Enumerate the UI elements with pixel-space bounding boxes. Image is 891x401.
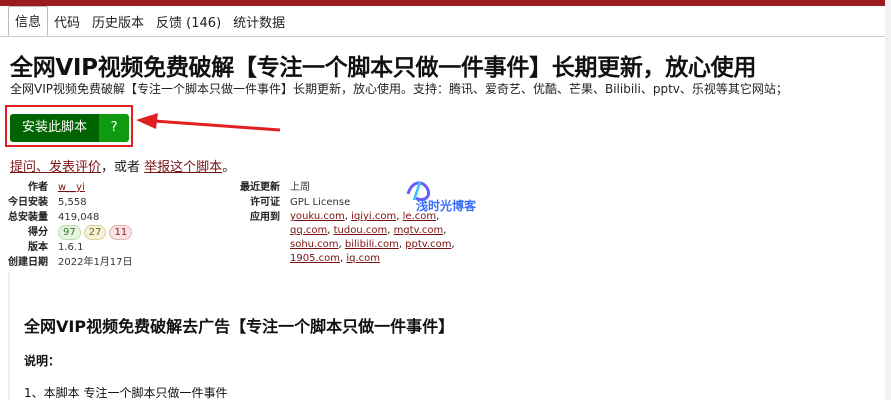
total-installs-value: 419,048 <box>58 212 100 223</box>
site-link[interactable]: iqiyi.com <box>351 211 396 222</box>
description-heading: 全网VIP视频免费破解去广告【专注一个脚本只做一件事件】 <box>24 317 455 336</box>
created-date-value: 2022年1月17日 <box>58 257 133 268</box>
page-scrollbar[interactable] <box>885 0 891 400</box>
site-link[interactable]: bilibili.com <box>345 239 399 250</box>
red-arrow-icon <box>136 113 281 132</box>
meta-author-row: 作者 w__yi <box>0 180 135 195</box>
blog-watermark-logo: 浅时光博客 <box>406 181 477 213</box>
meta-label: 最近更新 <box>240 182 280 193</box>
tab-divider <box>0 36 891 37</box>
content-accent-bar <box>8 272 10 400</box>
today-installs-value: 5,558 <box>58 197 87 208</box>
top-brand-bar <box>0 0 891 6</box>
feedback-end-text: 。 <box>222 160 236 175</box>
updated-value: 上周 <box>290 182 310 193</box>
site-link[interactable]: 1905.com <box>290 253 340 264</box>
script-meta-left: 作者 w__yi 今日安装 5,558 总安装量 419,048 得分 97 27… <box>0 180 135 270</box>
install-help-button[interactable]: ? <box>99 114 130 142</box>
site-link[interactable]: tudou.com <box>334 225 388 236</box>
score-ok-badge: 27 <box>83 225 107 240</box>
meta-label: 许可证 <box>250 197 280 208</box>
install-button-group: 安装此脚本 ? <box>10 114 130 142</box>
site-link[interactable]: iq.com <box>346 253 380 264</box>
site-link[interactable]: qq.com <box>290 225 327 236</box>
script-tabs: 信息 代码 历史版本 反馈 (146) 统计数据 <box>8 6 291 36</box>
watermark-text: 浅时光博客 <box>416 198 477 213</box>
applies-to-list: youku.com, iqiyi.com, le.com, qq.com, tu… <box>290 211 455 264</box>
tab-versions[interactable]: 历史版本 <box>86 8 150 36</box>
tab-code[interactable]: 代码 <box>48 8 86 36</box>
site-link[interactable]: youku.com <box>290 211 345 222</box>
meta-created-row: 创建日期 2022年1月17日 <box>0 255 135 270</box>
meta-today-row: 今日安装 5,558 <box>0 195 135 210</box>
script-description: 全网VIP视频免费破解【专注一个脚本只做一件事件】长期更新，放心使用。支持：腾讯… <box>10 82 788 96</box>
site-link[interactable]: mgtv.com <box>394 225 444 236</box>
version-value: 1.6.1 <box>58 242 84 253</box>
meta-version-row: 版本 1.6.1 <box>0 240 135 255</box>
license-value: GPL License <box>290 197 351 208</box>
meta-label: 应用到 <box>250 212 280 223</box>
tab-feedback[interactable]: 反馈 (146) <box>150 8 227 36</box>
meta-label: 版本 <box>28 242 48 253</box>
report-script-link[interactable]: 举报这个脚本 <box>144 160 222 175</box>
meta-label: 得分 <box>28 227 48 238</box>
feedback-middle-text: ，或者 <box>101 160 141 175</box>
score-bad-badge: 11 <box>109 225 133 240</box>
score-good-badge: 97 <box>58 225 81 240</box>
meta-label: 创建日期 <box>8 257 48 268</box>
tab-stats[interactable]: 统计数据 <box>227 8 291 36</box>
install-script-button[interactable]: 安装此脚本 <box>10 114 100 142</box>
feedback-line: 提问、发表评价，或者 举报这个脚本。 <box>10 156 235 175</box>
author-link[interactable]: w__yi <box>58 182 85 193</box>
tab-info[interactable]: 信息 <box>8 6 49 36</box>
description-item: 1、本脚本 专注一个脚本只做一件事件 <box>24 386 228 400</box>
script-title: 全网VIP视频免费破解【专注一个脚本只做一件事件】长期更新，放心使用 <box>10 55 757 81</box>
description-note-label: 说明： <box>24 354 61 368</box>
meta-score-row: 得分 97 27 11 <box>0 225 135 240</box>
site-link[interactable]: pptv.com <box>405 239 451 250</box>
ask-review-link[interactable]: 提问、发表评价 <box>10 160 101 175</box>
meta-applies-row: 应用到 youku.com, iqiyi.com, le.com, qq.com… <box>210 210 455 266</box>
site-link[interactable]: sohu.com <box>290 239 339 250</box>
meta-total-row: 总安装量 419,048 <box>0 210 135 225</box>
meta-label: 今日安装 <box>8 197 48 208</box>
meta-label: 总安装量 <box>8 212 48 223</box>
meta-label: 作者 <box>28 182 48 193</box>
